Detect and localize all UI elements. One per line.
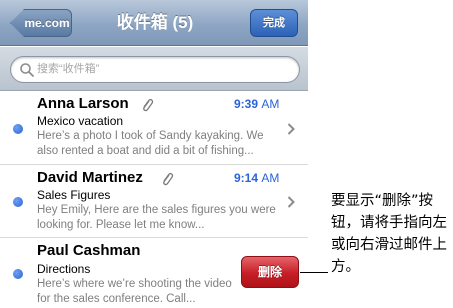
callout-line: [300, 272, 328, 273]
search-placeholder: 搜索“收件箱”: [37, 63, 100, 75]
paperclip-icon: [143, 98, 154, 112]
search-input[interactable]: 搜索“收件箱”: [10, 56, 300, 83]
callout-text: 要显示“删除”按钮，请将手指向左或向右滑过邮件上方。: [331, 193, 447, 275]
back-button[interactable]: me.com: [10, 9, 72, 37]
page-title: 收件箱 (5): [116, 13, 194, 32]
unread-dot-icon: [13, 269, 23, 279]
search-bar: 搜索“收件箱”: [0, 47, 308, 91]
paperclip-icon: [163, 172, 174, 186]
message-time: 9:14 AM: [234, 171, 280, 185]
unread-dot-icon: [13, 197, 23, 207]
sender-name: Paul Cashman: [37, 242, 141, 259]
message-preview: Hey Emily, Here are the sales figures yo…: [37, 204, 276, 231]
message-preview: Here’s a photo I took of Sandy kayaking.…: [37, 130, 264, 157]
search-icon: [20, 63, 34, 77]
message-preview: Here’s where we’re shooting the video fo…: [37, 278, 232, 305]
navigation-bar: me.com 收件箱 (5) 完成: [0, 0, 308, 46]
chevron-right-icon: [287, 123, 295, 135]
chevron-right-icon: [287, 196, 295, 208]
message-subject: Mexico vacation: [37, 114, 124, 128]
mail-screen: me.com 收件箱 (5) 完成 搜索“收件箱” Anna Larson 9:…: [0, 0, 308, 308]
list-item[interactable]: Anna Larson 9:39 AM Mexico vacation Here…: [0, 92, 308, 165]
sender-name: Anna Larson: [37, 95, 129, 112]
done-button[interactable]: 完成: [250, 9, 298, 37]
message-subject: Sales Figures: [37, 188, 111, 202]
delete-button[interactable]: 删除: [241, 256, 299, 288]
message-subject: Directions: [37, 262, 91, 276]
unread-dot-icon: [13, 124, 23, 134]
message-time: 9:39 AM: [234, 97, 280, 111]
sender-name: David Martinez: [37, 169, 143, 186]
list-item[interactable]: David Martinez 9:14 AM Sales Figures Hey…: [0, 166, 308, 238]
